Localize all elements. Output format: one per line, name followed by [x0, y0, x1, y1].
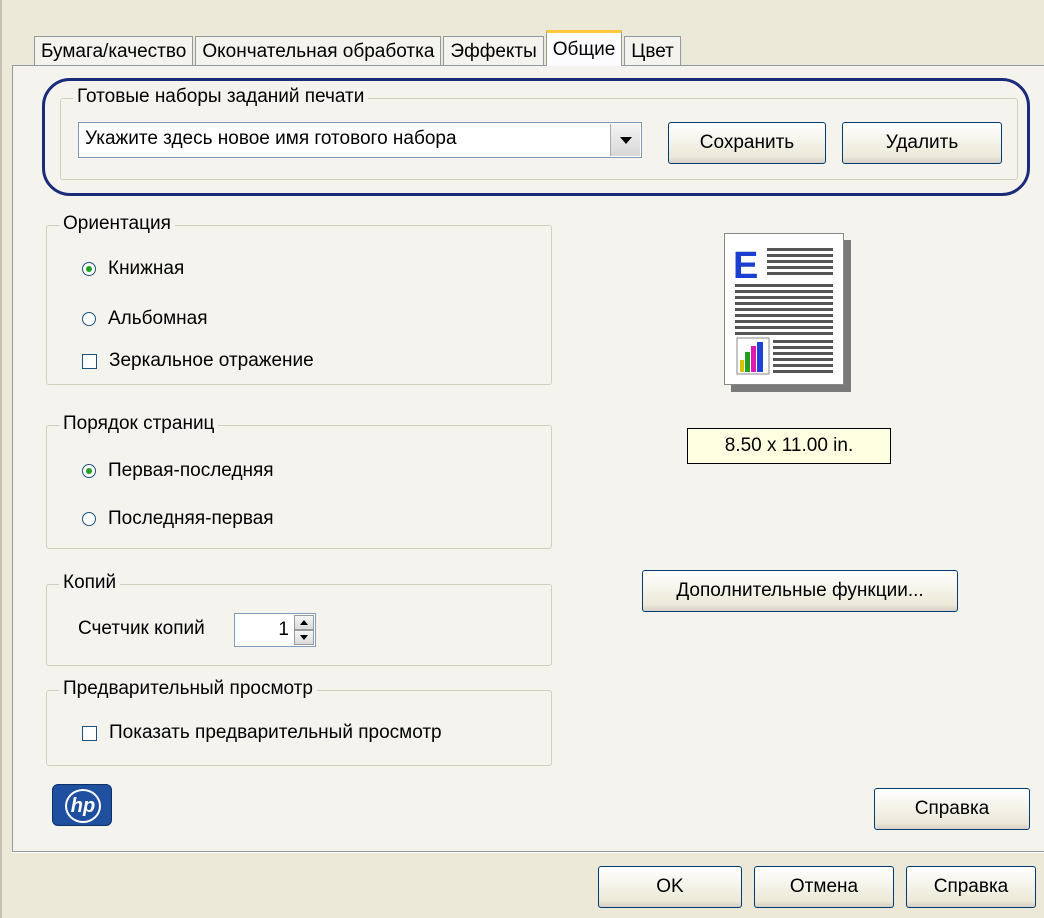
footer-help-button[interactable]: Справка	[906, 866, 1036, 908]
landscape-label: Альбомная	[108, 308, 208, 329]
preset-name-value: Укажите здесь новое имя готового набора	[85, 128, 457, 149]
last-first-label: Последняя-первая	[108, 508, 274, 529]
hp-logo-mark: hp	[65, 789, 101, 823]
copies-group-title: Копий	[59, 572, 121, 594]
save-preset-button[interactable]: Сохранить	[668, 122, 826, 164]
orientation-group-title: Ориентация	[59, 213, 175, 235]
landscape-radio-option[interactable]: Альбомная	[82, 308, 208, 330]
page-order-group-title: Порядок страниц	[59, 413, 219, 435]
page-preview-image: E	[724, 233, 844, 385]
mirror-checkbox-option[interactable]: Зеркальное отражение	[82, 350, 314, 372]
mirror-checkbox[interactable]	[82, 353, 97, 369]
portrait-label: Книжная	[108, 258, 185, 279]
first-last-radio[interactable]	[82, 464, 96, 478]
last-first-radio[interactable]	[82, 512, 96, 526]
hp-logo: hp	[52, 784, 112, 826]
help-button[interactable]: Справка	[874, 788, 1030, 830]
copies-counter-label: Счетчик копий	[78, 618, 205, 639]
tab-paper-quality[interactable]: Бумага/качество	[34, 36, 194, 66]
spin-down-icon[interactable]	[294, 630, 314, 645]
show-preview-label: Показать предварительный просмотр	[109, 722, 442, 743]
copies-spinner[interactable]: 1	[234, 613, 316, 647]
print-properties-dialog: Бумага/качество Окончательная обработка …	[0, 0, 1044, 918]
preset-name-combobox[interactable]: Укажите здесь новое имя готового набора	[78, 122, 642, 158]
tab-finishing[interactable]: Окончательная обработка	[195, 36, 442, 66]
last-first-radio-option[interactable]: Последняя-первая	[82, 508, 274, 530]
advanced-features-button[interactable]: Дополнительные функции...	[642, 570, 958, 612]
page-order-group: Порядок страниц	[46, 413, 552, 549]
ok-button[interactable]: OK	[598, 866, 742, 908]
portrait-radio-option[interactable]: Книжная	[82, 258, 184, 280]
show-preview-checkbox-option[interactable]: Показать предварительный просмотр	[82, 722, 442, 744]
landscape-radio[interactable]	[82, 312, 96, 326]
document-preview-icon: E	[733, 245, 833, 375]
footer-separator	[12, 852, 1044, 853]
preview-group-title: Предварительный просмотр	[59, 678, 317, 700]
copies-spin-arrows	[294, 615, 314, 645]
svg-text:E: E	[733, 245, 758, 287]
tab-strip: Бумага/качество Окончательная обработка …	[34, 30, 683, 66]
copies-value: 1	[278, 619, 289, 640]
first-last-label: Первая-последняя	[108, 460, 274, 481]
portrait-radio[interactable]	[82, 262, 96, 276]
show-preview-checkbox[interactable]	[82, 725, 97, 741]
delete-preset-button[interactable]: Удалить	[842, 122, 1002, 164]
mirror-label: Зеркальное отражение	[109, 350, 314, 371]
tab-effects[interactable]: Эффекты	[443, 36, 544, 66]
cancel-button[interactable]: Отмена	[754, 866, 894, 908]
presets-group-title: Готовые наборы заданий печати	[73, 86, 369, 108]
spin-up-icon[interactable]	[294, 615, 314, 630]
tab-general[interactable]: Общие	[545, 30, 623, 66]
first-last-radio-option[interactable]: Первая-последняя	[82, 460, 274, 482]
tab-color[interactable]: Цвет	[624, 36, 681, 66]
chevron-down-icon[interactable]	[610, 124, 640, 156]
page-size-badge: 8.50 x 11.00 in.	[687, 428, 891, 464]
